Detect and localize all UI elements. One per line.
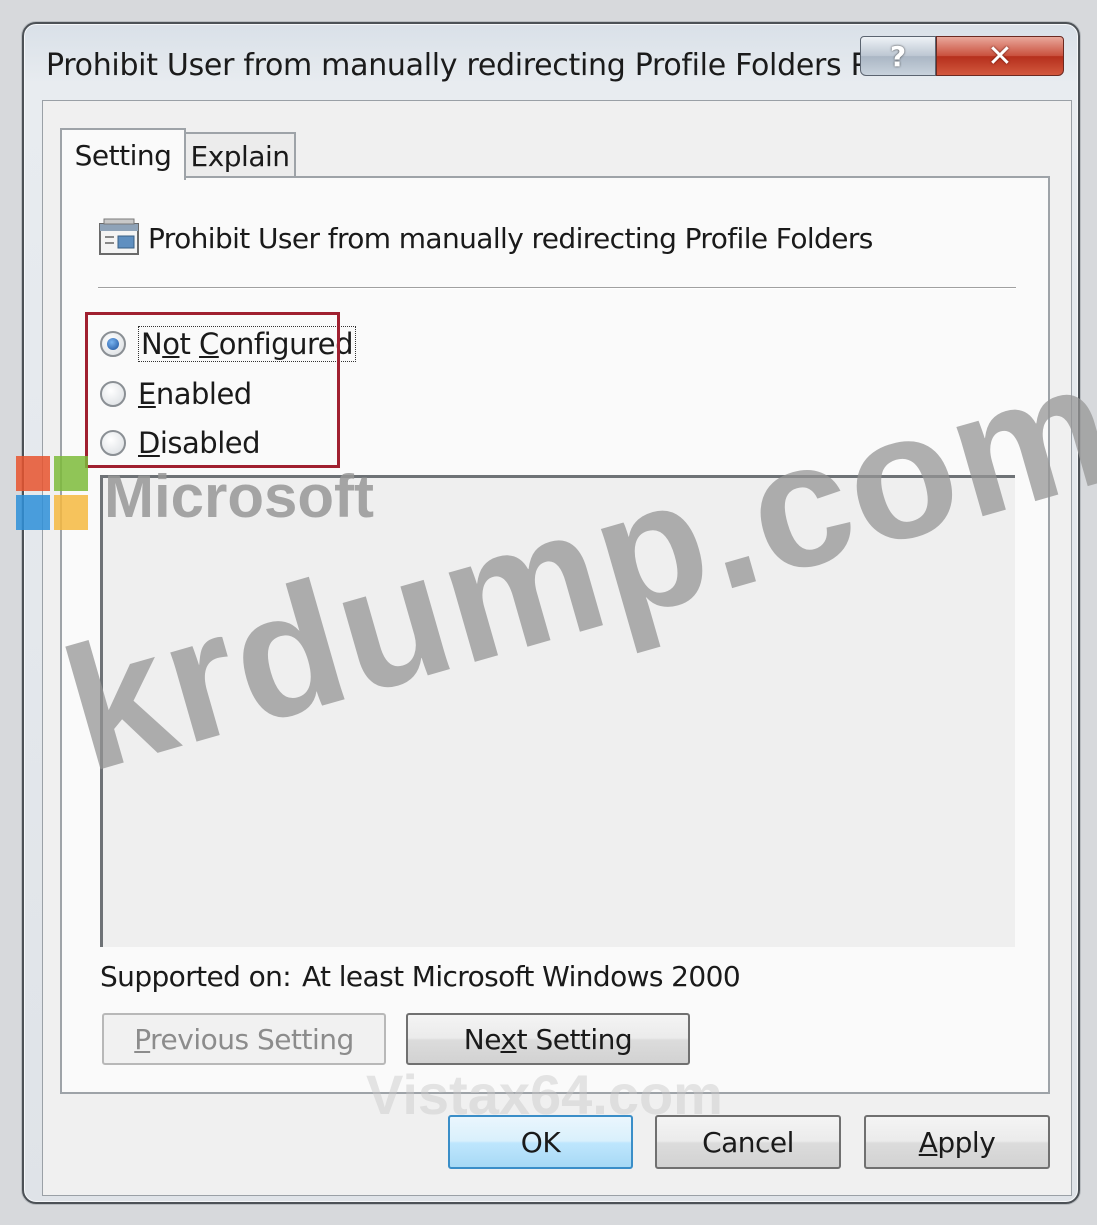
tab-setting[interactable]: Setting: [60, 128, 186, 180]
policy-title: Prohibit User from manually redirecting …: [148, 222, 873, 255]
policy-setting-icon: [99, 218, 139, 255]
tab-setting-label: Setting: [74, 138, 172, 172]
close-button[interactable]: ✕: [936, 36, 1064, 76]
help-button[interactable]: ?: [860, 36, 936, 76]
help-icon: ?: [889, 39, 907, 73]
microsoft-watermark: Microsoft: [104, 463, 374, 530]
tab-explain-label: Explain: [190, 139, 291, 173]
annotation-highlight-box: [85, 312, 340, 468]
close-icon: ✕: [987, 38, 1013, 74]
microsoft-logo-icon: [16, 456, 90, 532]
previous-setting-button[interactable]: Previous Setting: [102, 1013, 386, 1065]
vistax64-watermark: Vistax64.com: [366, 1063, 723, 1126]
supported-on-label: Supported on:: [100, 960, 292, 993]
window-title: Prohibit User from manually redirecting …: [46, 48, 905, 83]
next-setting-button[interactable]: Next Setting: [406, 1013, 690, 1065]
apply-button[interactable]: Apply: [864, 1115, 1050, 1169]
tab-explain[interactable]: Explain: [184, 132, 296, 178]
separator: [98, 287, 1016, 289]
supported-on-value: At least Microsoft Windows 2000: [302, 960, 741, 993]
